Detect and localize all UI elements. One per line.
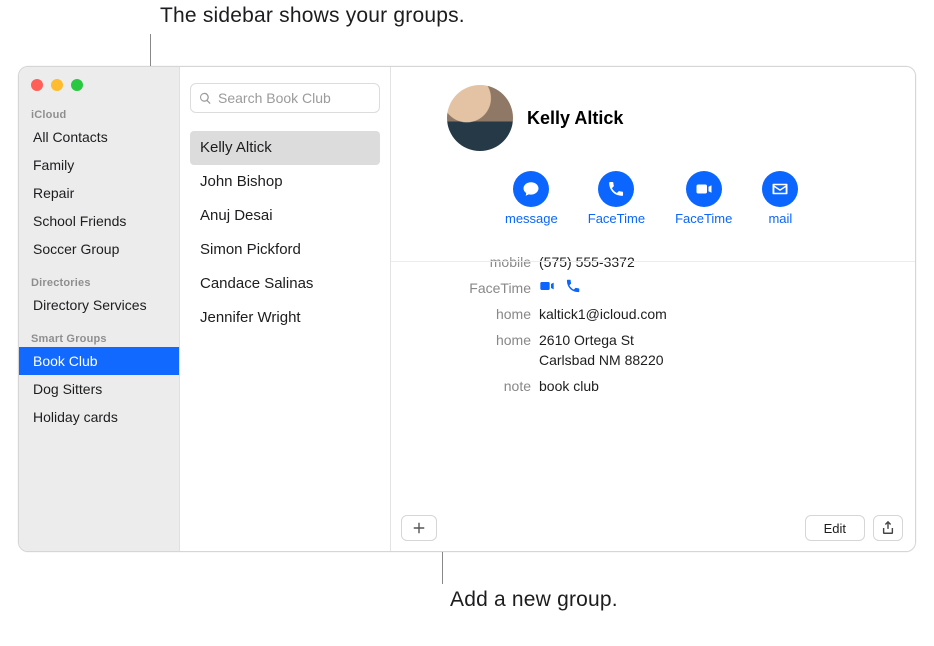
field-label: home (391, 330, 531, 370)
groups-sidebar: iCloud All Contacts Family Repair School… (19, 67, 179, 551)
field-email: home kaltick1@icloud.com (391, 304, 901, 324)
field-value[interactable]: book club (539, 376, 901, 396)
mail-icon (771, 180, 789, 198)
add-button[interactable] (401, 515, 437, 541)
field-facetime: FaceTime (391, 278, 901, 298)
fullscreen-icon[interactable] (71, 79, 83, 91)
mail-button[interactable]: mail (762, 171, 798, 226)
callout-line (442, 548, 443, 584)
share-icon (881, 521, 895, 535)
search-input[interactable]: Search Book Club (190, 83, 380, 113)
field-label: note (391, 376, 531, 396)
video-icon[interactable] (539, 278, 555, 294)
contacts-list: Kelly Altick John Bishop Anuj Desai Simo… (190, 131, 380, 335)
field-value[interactable]: kaltick1@icloud.com (539, 304, 901, 324)
contact-fields: mobile (575) 555-3372 FaceTime home kalt… (391, 252, 915, 396)
sidebar-item-holiday-cards[interactable]: Holiday cards (19, 403, 179, 431)
window-controls (19, 75, 179, 105)
callout-add-group: Add a new group. (450, 588, 618, 612)
contacts-list-pane: Search Book Club Kelly Altick John Bisho… (179, 67, 391, 551)
edit-button[interactable]: Edit (805, 515, 865, 541)
share-button[interactable] (873, 515, 903, 541)
field-note: note book club (391, 376, 901, 396)
video-icon (695, 180, 713, 198)
action-label: FaceTime (675, 211, 732, 226)
sidebar-item-repair[interactable]: Repair (19, 179, 179, 207)
separator (391, 261, 915, 262)
sidebar-item-dog-sitters[interactable]: Dog Sitters (19, 375, 179, 403)
sidebar-item-family[interactable]: Family (19, 151, 179, 179)
list-item[interactable]: Simon Pickford (190, 233, 380, 267)
callout-sidebar-groups: The sidebar shows your groups. (160, 4, 465, 28)
list-item[interactable]: Candace Salinas (190, 267, 380, 301)
phone-icon[interactable] (565, 278, 581, 294)
contact-header: Kelly Altick (391, 67, 915, 157)
sidebar-section-directories: Directories (19, 273, 179, 291)
field-label: home (391, 304, 531, 324)
sidebar-item-all-contacts[interactable]: All Contacts (19, 123, 179, 151)
close-icon[interactable] (31, 79, 43, 91)
action-label: mail (768, 211, 792, 226)
field-label: mobile (391, 252, 531, 272)
contacts-window: iCloud All Contacts Family Repair School… (18, 66, 916, 552)
sidebar-item-directory-services[interactable]: Directory Services (19, 291, 179, 319)
facetime-audio-button[interactable]: FaceTime (588, 171, 645, 226)
field-address: home 2610 Ortega St Carlsbad NM 88220 (391, 330, 901, 370)
field-value (539, 278, 901, 298)
edit-label: Edit (824, 521, 846, 536)
detail-bottom-bar: Edit (401, 515, 903, 541)
sidebar-item-soccer-group[interactable]: Soccer Group (19, 235, 179, 263)
field-mobile: mobile (575) 555-3372 (391, 252, 901, 272)
message-icon (522, 180, 540, 198)
action-label: FaceTime (588, 211, 645, 226)
sidebar-item-book-club[interactable]: Book Club (19, 347, 179, 375)
contact-name: Kelly Altick (527, 108, 623, 129)
minimize-icon[interactable] (51, 79, 63, 91)
sidebar-section-smart-groups: Smart Groups (19, 329, 179, 347)
sidebar-item-school-friends[interactable]: School Friends (19, 207, 179, 235)
contact-actions: message FaceTime FaceTime mail (391, 157, 915, 230)
field-value[interactable]: (575) 555-3372 (539, 252, 901, 272)
avatar[interactable] (447, 85, 513, 151)
sidebar-section-icloud: iCloud (19, 105, 179, 123)
list-item[interactable]: John Bishop (190, 165, 380, 199)
list-item[interactable]: Jennifer Wright (190, 301, 380, 335)
list-item[interactable]: Anuj Desai (190, 199, 380, 233)
field-value[interactable]: 2610 Ortega St Carlsbad NM 88220 (539, 330, 901, 370)
search-placeholder: Search Book Club (218, 90, 331, 106)
message-button[interactable]: message (505, 171, 558, 226)
callout-line (150, 34, 151, 68)
field-label: FaceTime (391, 278, 531, 298)
phone-icon (607, 180, 625, 198)
list-item[interactable]: Kelly Altick (190, 131, 380, 165)
search-icon (199, 92, 212, 105)
contact-detail-pane: Kelly Altick message FaceTime FaceTime m… (391, 67, 915, 551)
facetime-video-button[interactable]: FaceTime (675, 171, 732, 226)
action-label: message (505, 211, 558, 226)
plus-icon (412, 521, 426, 535)
